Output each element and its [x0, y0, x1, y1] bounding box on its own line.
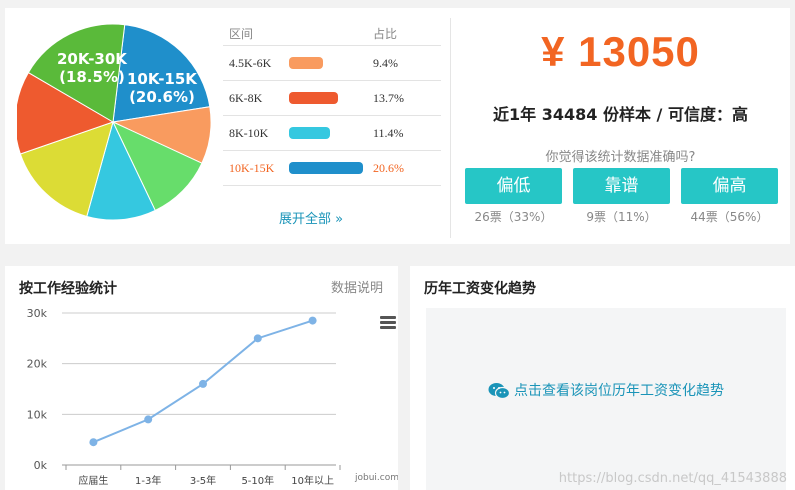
bar-cell [289, 57, 369, 69]
range-cell: 10K-15K [229, 160, 275, 175]
salary-range-table: 区间 占比 4.5K-6K 9.4% 6K-8K 13.7% 8K-10K 11.4% 10… [223, 22, 441, 186]
pie-label-ratio: (18.5%) [59, 68, 125, 86]
data-point [199, 379, 207, 388]
vote-low: 偏低 26票（33%） [465, 168, 562, 225]
ratio-bar [289, 57, 323, 69]
pie-label-range: 10K-15K [127, 70, 197, 88]
vote-high-button[interactable]: 偏高 [681, 168, 778, 204]
ratio-cell: 11.4% [373, 125, 404, 140]
table-body: 4.5K-6K 9.4% 6K-8K 13.7% 8K-10K 11.4% 10K-15K 2… [223, 46, 441, 186]
table-row: 4.5K-6K 9.4% [223, 46, 441, 81]
bar-cell [289, 127, 369, 139]
y-tick-label: 10k [27, 408, 48, 421]
y-tick-label: 20k [27, 358, 48, 371]
pie-label-20k-30k: 20K-30K (18.5%) [57, 50, 127, 86]
trend-link-text: 点击查看该岗位历年工资变化趋势 [514, 383, 724, 399]
salary-summary-panel: 20K-30K (18.5%) 10K-15K (20.6%) 区间 占比 4.… [5, 8, 790, 244]
vote-reliable-count: 9票（11%） [586, 210, 657, 224]
bar-cell [289, 92, 369, 104]
range-cell: 4.5K-6K [229, 55, 272, 70]
ratio-bar [289, 162, 363, 174]
salary-pie-chart: 20K-30K (18.5%) 10K-15K (20.6%) [14, 18, 217, 228]
data-point [308, 316, 317, 325]
ratio-cell: 13.7% [373, 90, 404, 105]
ratio-cell: 20.6% [373, 160, 404, 175]
ratio-cell: 9.4% [373, 55, 398, 70]
data-point [253, 334, 262, 343]
experience-card: 按工作经验统计 数据说明 0k 10k 20k 30k 应届生 1-3年 3-5年 5-10年… [5, 266, 398, 490]
table-row: 10K-15K 20.6% [223, 151, 441, 186]
trend-placeholder[interactable]: 点击查看该岗位历年工资变化趋势 [426, 308, 786, 490]
ratio-bar [289, 92, 338, 104]
vote-low-count: 26票（33%） [474, 210, 553, 224]
x-tick-label: 10年以上 [291, 474, 334, 487]
x-tick-label: 5-10年 [241, 474, 274, 487]
vote-reliable: 靠谱 9票（11%） [573, 168, 670, 225]
pie-label-ratio: (20.6%) [129, 88, 195, 106]
x-tick-label: 1-3年 [135, 474, 161, 487]
data-point [89, 438, 98, 447]
trend-card-title: 历年工资变化趋势 [424, 281, 536, 297]
trend-link[interactable]: 点击查看该岗位历年工资变化趋势 [426, 380, 786, 400]
wechat-icon [488, 383, 510, 400]
chart-credit: jobui.com [354, 473, 398, 483]
vote-reliable-button[interactable]: 靠谱 [573, 168, 670, 204]
vote-low-button[interactable]: 偏低 [465, 168, 562, 204]
table-row: 6K-8K 13.7% [223, 81, 441, 116]
range-cell: 6K-8K [229, 90, 263, 105]
watermark: https://blog.csdn.net/qq_41543888 [558, 471, 787, 486]
vote-high: 偏高 44票（56%） [681, 168, 778, 225]
data-point [144, 415, 153, 424]
x-tick-label: 应届生 [78, 474, 108, 487]
pie-label-10k-15k: 10K-15K (20.6%) [127, 70, 197, 106]
expand-all-link[interactable]: 展开全部 » [279, 208, 343, 227]
y-tick-label: 0k [34, 459, 48, 472]
x-tick-label: 3-5年 [190, 474, 216, 487]
table-row: 8K-10K 11.4% [223, 116, 441, 151]
experience-line-chart: 0k 10k 20k 30k 应届生 1-3年 3-5年 5-10年 10年以上 jobui.co… [27, 307, 398, 487]
sample-info: 近1年 34484 份样本 / 可信度：高 [493, 105, 748, 124]
trend-card: 历年工资变化趋势 点击查看该岗位历年工资变化趋势 [410, 266, 795, 490]
y-tick-label: 30k [27, 307, 48, 320]
table-header: 区间 占比 [223, 22, 441, 46]
vote-high-count: 44票（56%） [690, 210, 769, 224]
accuracy-question: 你觉得该统计数据准确吗? [545, 150, 696, 165]
pie-label-range: 20K-30K [57, 50, 127, 68]
range-cell: 8K-10K [229, 125, 269, 140]
vote-group: 偏低 26票（33%） 靠谱 9票（11%） 偏高 44票（56%） [465, 168, 778, 225]
bar-cell [289, 162, 369, 174]
col-range-header: 区间 [229, 27, 254, 41]
average-salary: ¥ 13050 [541, 28, 700, 75]
ratio-bar [289, 127, 330, 139]
col-ratio-header: 占比 [373, 27, 398, 41]
